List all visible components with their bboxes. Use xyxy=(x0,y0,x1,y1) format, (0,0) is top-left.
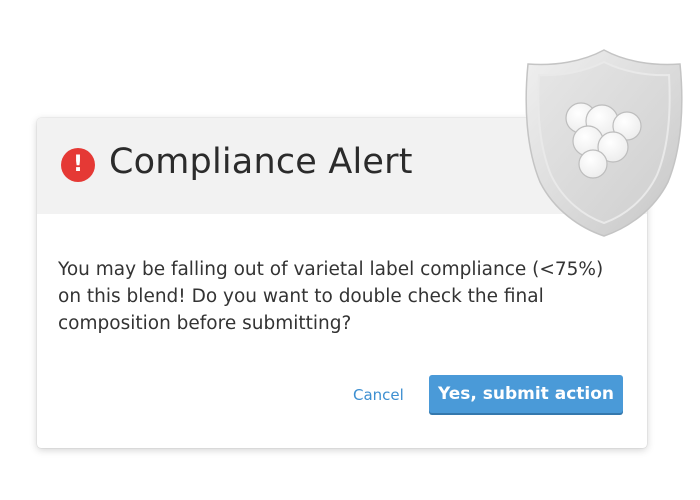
dialog-message-line: You may be falling out of varietal label… xyxy=(58,259,604,280)
dialog-header: ! Compliance Alert xyxy=(37,118,647,214)
cancel-button[interactable]: Cancel xyxy=(353,386,404,404)
alert-icon-glyph: ! xyxy=(72,152,84,177)
compliance-alert-dialog: ! Compliance Alert You may be falling ou… xyxy=(37,118,647,448)
page-stage: ! Compliance Alert You may be falling ou… xyxy=(0,0,700,500)
dialog-message-line: on this blend! Do you want to double che… xyxy=(58,286,544,307)
dialog-message: You may be falling out of varietal label… xyxy=(58,256,618,337)
dialog-message-line: composition before submitting? xyxy=(58,313,352,334)
dialog-title: Compliance Alert xyxy=(109,142,413,182)
submit-action-button[interactable]: Yes, submit action xyxy=(429,375,623,413)
error-circle-icon: ! xyxy=(61,148,95,182)
